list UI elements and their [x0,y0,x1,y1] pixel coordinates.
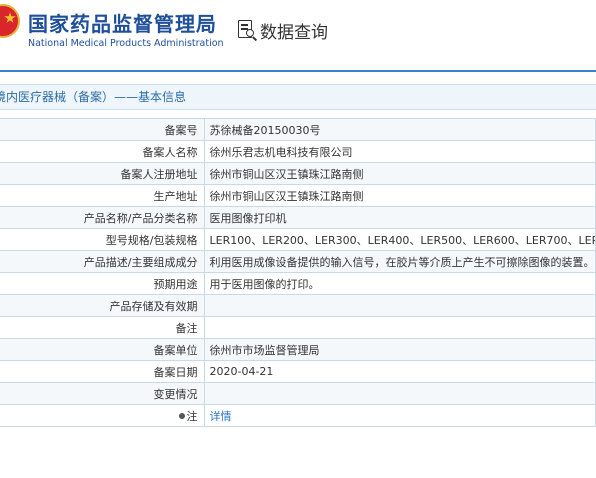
table-row: 备案人名称 徐州乐君志机电科技有限公司 [0,140,596,163]
section-title: 数据查询 [260,22,328,43]
org-name-en: National Medical Products Administration [28,38,224,49]
field-value: 2020-04-21 [203,360,596,383]
org-name-cn: 国家药品监督管理局 [28,12,217,36]
note-label-cell: 注 [0,404,205,427]
note-row: 注详情 [0,404,596,427]
field-value: 徐州市铜山区汉王镇珠江路南侧 [203,162,596,185]
breadcrumb-bar: 境内医疗器械（备案）——基本信息 [0,84,596,110]
detail-link[interactable]: 详情 [210,410,232,423]
field-value [203,316,596,339]
table-row: 型号规格/包装规格 LER100、LER200、LER300、LER400、LER… [0,228,596,251]
field-value: 徐州市铜山区汉王镇珠江路南侧 [203,184,596,207]
note-label: 注 [186,409,198,423]
national-emblem-icon [0,4,20,38]
table-row: 备案号 苏徐械备20150030号 [0,118,596,141]
table-row: 产品存储及有效期 [0,294,596,317]
table-row: 预期用途 用于医用图像的打印。 [0,272,596,295]
table-row: 产品名称/产品分类名称 医用图像打印机 [0,206,596,229]
field-value [203,382,596,405]
table-row: 备案单位 徐州市市场监督管理局 [0,338,596,361]
breadcrumb: 境内医疗器械（备案）——基本信息 [0,90,187,104]
table-row: 备注 [0,316,596,339]
field-label: 备案号 [0,118,205,141]
field-label: 备注 [0,316,205,339]
table-row: 生产地址 徐州市铜山区汉王镇珠江路南侧 [0,184,596,207]
document-search-icon [237,19,258,41]
field-value: 医用图像打印机 [203,206,596,229]
field-label: 变更情况 [0,382,205,405]
field-label: 生产地址 [0,184,205,207]
table-row: 备案人注册地址 徐州市铜山区汉王镇珠江路南侧 [0,162,596,185]
field-value [203,294,596,317]
field-value: 徐州市市场监督管理局 [203,338,596,361]
field-value: 徐州乐君志机电科技有限公司 [203,140,596,163]
field-label: 预期用途 [0,272,205,295]
field-label: 产品描述/主要组成成分 [0,250,205,273]
record-table: 备案号 苏徐械备20150030号 备案人名称 徐州乐君志机电科技有限公司 备案人注册地… [0,118,596,427]
field-value: 苏徐械备20150030号 [203,118,596,141]
field-value: 利用医用成像设备提供的输入信号，在胶片等介质上产生不可擦除图像的装置。 [203,250,596,273]
field-label: 型号规格/包装规格 [0,228,205,251]
field-value: 用于医用图像的打印。 [203,272,596,295]
table-row: 备案日期 2020-04-21 [0,360,596,383]
field-value: LER100、LER200、LER300、LER400、LER500、LER60… [203,228,596,251]
section-heading: 数据查询 [237,18,328,43]
field-label: 备案单位 [0,338,205,361]
table-row: 变更情况 [0,382,596,405]
table-row: 产品描述/主要组成成分 利用医用成像设备提供的输入信号，在胶片等介质上产生不可擦除… [0,250,596,273]
site-header: 国家药品监督管理局 National Medical Products Admi… [0,0,596,68]
field-label: 产品存储及有效期 [0,294,205,317]
header-divider [0,70,596,72]
bullet-icon [178,412,185,419]
note-value-cell: 详情 [203,404,596,427]
field-label: 备案人名称 [0,140,205,163]
field-label: 产品名称/产品分类名称 [0,206,205,229]
field-label: 备案日期 [0,360,205,383]
field-label: 备案人注册地址 [0,162,205,185]
